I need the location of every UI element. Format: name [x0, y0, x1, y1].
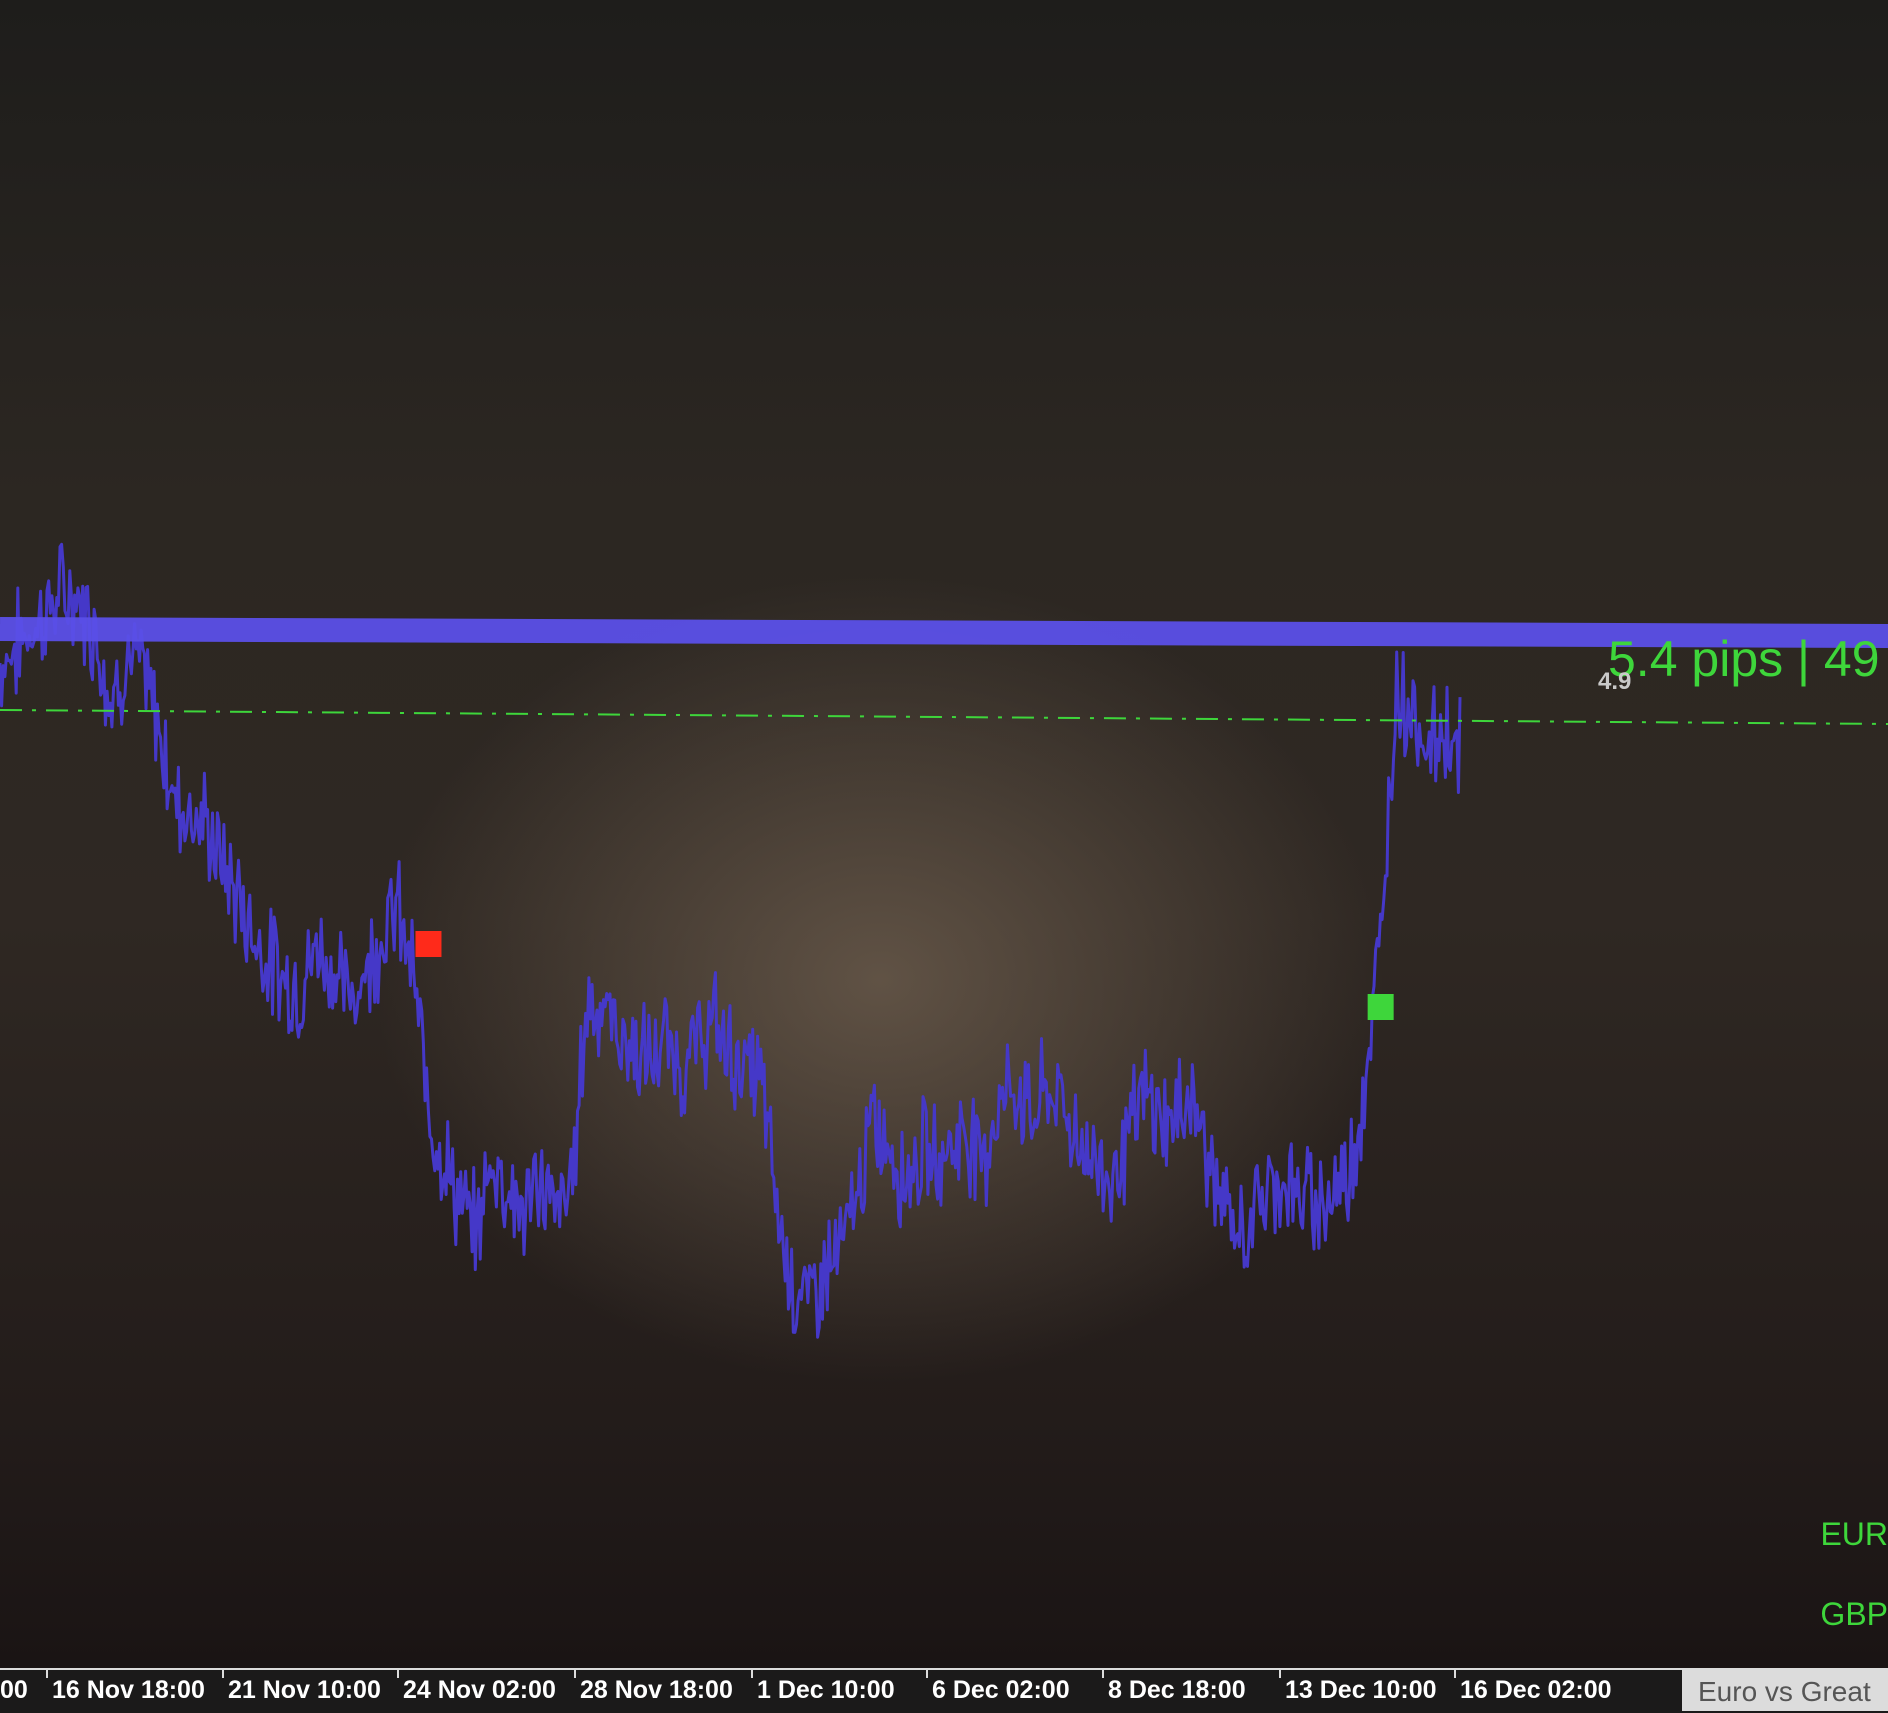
time-tick-mark [1454, 1670, 1456, 1678]
legend-gbp: GBP [1820, 1596, 1888, 1632]
time-tick-mark [222, 1670, 224, 1678]
price-chart [0, 542, 1888, 1339]
price-chart-area[interactable]: 5.4 pips | 49 4.9 EUR GBP [0, 0, 1888, 1668]
time-tick-label: 13 Dec 10:00 [1285, 1676, 1437, 1704]
signal-marker-1 [415, 931, 442, 957]
time-tick-label: 28 Nov 18:00 [580, 1676, 733, 1704]
pips-distance-label: 5.4 pips | 49 [1608, 631, 1880, 687]
time-tick-mark [574, 1670, 576, 1678]
time-axis: 00 16 Nov 18:00 21 Nov 10:00 24 Nov 02:00 28… [0, 1668, 1888, 1713]
legend-eur: EUR [1820, 1516, 1888, 1552]
dash-dot-level-line [0, 709, 1888, 725]
level-value-label: 4.9 [1598, 668, 1632, 695]
level-band [0, 617, 1888, 648]
time-tick-mark [1279, 1670, 1281, 1678]
time-tick-label: 16 Nov 18:00 [52, 1676, 205, 1704]
symbol-tab[interactable]: Euro vs Great [1682, 1670, 1888, 1711]
time-tick-mark [397, 1670, 399, 1678]
time-tick-label: 8 Dec 18:00 [1108, 1676, 1246, 1704]
time-tick-mark [926, 1670, 928, 1678]
time-tick-label: 16 Dec 02:00 [1460, 1676, 1612, 1704]
time-tick-label: 6 Dec 02:00 [932, 1676, 1070, 1704]
time-tick-label: 24 Nov 02:00 [403, 1676, 556, 1704]
signal-marker-2 [1367, 994, 1394, 1020]
time-tick-mark [46, 1670, 48, 1678]
time-tick-mark [751, 1670, 753, 1678]
time-tick-label: 1 Dec 10:00 [757, 1676, 895, 1704]
time-tick-mark [1102, 1670, 1104, 1678]
price-line [0, 542, 1462, 1339]
signal-markers [415, 931, 1394, 1020]
price-series-layer [0, 542, 1462, 1339]
time-tick-label: 21 Nov 10:00 [228, 1676, 381, 1704]
time-tick-label: 00 [0, 1676, 28, 1704]
